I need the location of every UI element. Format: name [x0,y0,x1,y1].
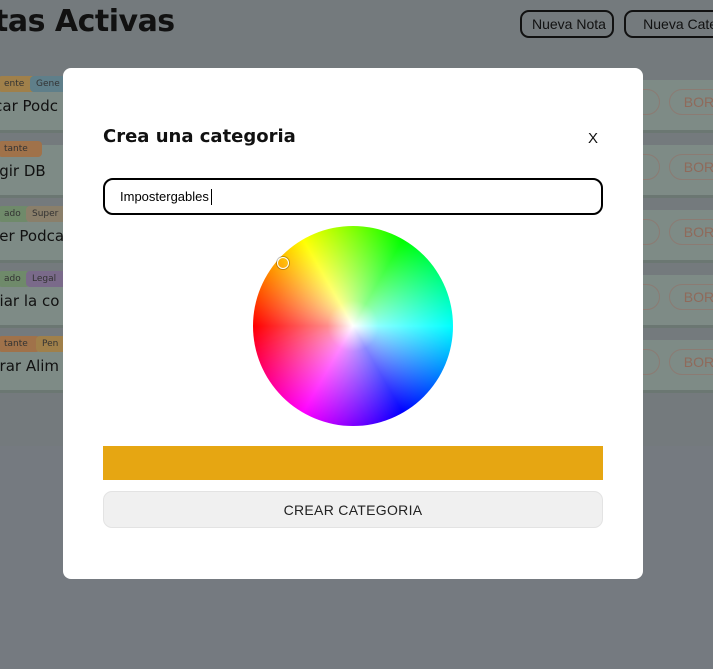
create-category-modal: Crea una categoria X CREAR CATEGORIA [63,68,643,579]
delete-note-button[interactable]: BORR [669,89,713,115]
category-name-input[interactable] [103,178,603,215]
text-caret [211,189,212,205]
note-title: eer Podca [0,227,65,245]
create-category-button[interactable]: CREAR CATEGORIA [103,491,603,528]
note-tag: tante [0,141,42,157]
note-tag: tante [0,336,40,352]
note-title: egir DB [0,162,46,180]
modal-title: Crea una categoria [103,126,296,147]
color-preview-swatch [103,446,603,480]
color-selector-handle[interactable] [277,257,289,269]
new-note-button[interactable]: Nueva Nota [520,10,614,38]
delete-note-button[interactable]: BORR [669,219,713,245]
note-title: piar la co [0,292,60,310]
color-wheel-picker[interactable] [253,226,453,426]
delete-note-button[interactable]: BORR [669,349,713,375]
note-title: icar Podc [0,97,58,115]
page-title: tas Activas [0,4,175,39]
note-title: prar Alim [0,357,60,375]
delete-note-button[interactable]: BORR [669,154,713,180]
delete-note-button[interactable]: BORR [669,284,713,310]
new-category-button[interactable]: Nueva Categ [624,10,713,38]
close-button[interactable]: X [583,128,603,148]
note-tag: Super [26,206,68,222]
